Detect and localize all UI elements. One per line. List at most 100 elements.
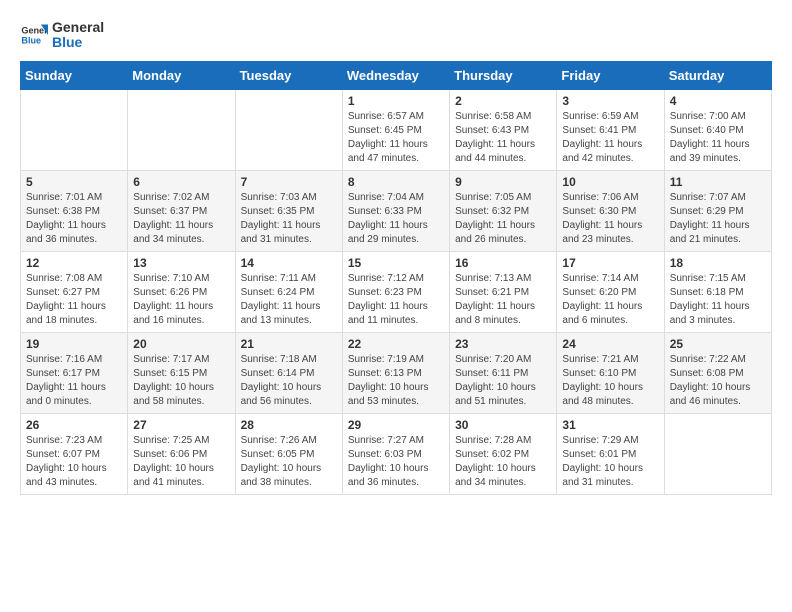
calendar-cell: 15 Sunrise: 7:12 AM Sunset: 6:23 PM Dayli…: [342, 251, 449, 332]
calendar-cell: 1 Sunrise: 6:57 AM Sunset: 6:45 PM Daylig…: [342, 89, 449, 170]
calendar-cell: 11 Sunrise: 7:07 AM Sunset: 6:29 PM Dayli…: [664, 170, 771, 251]
calendar-cell: 16 Sunrise: 7:13 AM Sunset: 6:21 PM Dayli…: [450, 251, 557, 332]
day-info: Sunrise: 7:14 AM Sunset: 6:20 PM Dayligh…: [562, 272, 658, 328]
weekday-header-friday: Friday: [557, 61, 664, 89]
day-info: Sunrise: 7:08 AM Sunset: 6:27 PM Dayligh…: [26, 272, 122, 328]
day-info: Sunrise: 7:15 AM Sunset: 6:18 PM Dayligh…: [670, 272, 766, 328]
weekday-header-thursday: Thursday: [450, 61, 557, 89]
day-info: Sunrise: 7:22 AM Sunset: 6:08 PM Dayligh…: [670, 353, 766, 409]
calendar-cell: 27 Sunrise: 7:25 AM Sunset: 6:06 PM Dayli…: [128, 413, 235, 494]
day-number: 26: [26, 418, 122, 432]
day-info: Sunrise: 7:29 AM Sunset: 6:01 PM Dayligh…: [562, 434, 658, 490]
day-info: Sunrise: 7:18 AM Sunset: 6:14 PM Dayligh…: [241, 353, 337, 409]
day-info: Sunrise: 7:27 AM Sunset: 6:03 PM Dayligh…: [348, 434, 444, 490]
calendar-cell: 30 Sunrise: 7:28 AM Sunset: 6:02 PM Dayli…: [450, 413, 557, 494]
day-number: 11: [670, 175, 766, 189]
week-row-1: 1 Sunrise: 6:57 AM Sunset: 6:45 PM Daylig…: [21, 89, 772, 170]
day-info: Sunrise: 7:06 AM Sunset: 6:30 PM Dayligh…: [562, 191, 658, 247]
week-row-2: 5Sunrise: 7:01 AM Sunset: 6:38 PM Daylig…: [21, 170, 772, 251]
weekday-header-wednesday: Wednesday: [342, 61, 449, 89]
calendar-cell: 31 Sunrise: 7:29 AM Sunset: 6:01 PM Dayli…: [557, 413, 664, 494]
calendar-cell: 14 Sunrise: 7:11 AM Sunset: 6:24 PM Dayli…: [235, 251, 342, 332]
calendar-cell: 28 Sunrise: 7:26 AM Sunset: 6:05 PM Dayli…: [235, 413, 342, 494]
logo: General Blue General Blue: [20, 20, 104, 51]
day-info: Sunrise: 7:12 AM Sunset: 6:23 PM Dayligh…: [348, 272, 444, 328]
day-info: Sunrise: 7:00 AM Sunset: 6:40 PM Dayligh…: [670, 110, 766, 166]
day-number: 30: [455, 418, 551, 432]
calendar-cell: 29 Sunrise: 7:27 AM Sunset: 6:03 PM Dayli…: [342, 413, 449, 494]
day-number: 4: [670, 94, 766, 108]
calendar-cell: 19 Sunrise: 7:16 AM Sunset: 6:17 PM Dayli…: [21, 332, 128, 413]
day-info: Sunrise: 7:28 AM Sunset: 6:02 PM Dayligh…: [455, 434, 551, 490]
calendar-cell: 5Sunrise: 7:01 AM Sunset: 6:38 PM Daylig…: [21, 170, 128, 251]
day-number: 3: [562, 94, 658, 108]
calendar-cell: [235, 89, 342, 170]
calendar-cell: 2Sunrise: 6:58 AM Sunset: 6:43 PM Daylig…: [450, 89, 557, 170]
calendar-cell: 18 Sunrise: 7:15 AM Sunset: 6:18 PM Dayli…: [664, 251, 771, 332]
day-info: Sunrise: 7:13 AM Sunset: 6:21 PM Dayligh…: [455, 272, 551, 328]
day-info: Sunrise: 7:23 AM Sunset: 6:07 PM Dayligh…: [26, 434, 122, 490]
day-number: 8: [348, 175, 444, 189]
day-number: 19: [26, 337, 122, 351]
calendar-cell: 23 Sunrise: 7:20 AM Sunset: 6:11 PM Dayli…: [450, 332, 557, 413]
day-number: 28: [241, 418, 337, 432]
day-info: Sunrise: 7:20 AM Sunset: 6:11 PM Dayligh…: [455, 353, 551, 409]
day-info: Sunrise: 7:25 AM Sunset: 6:06 PM Dayligh…: [133, 434, 229, 490]
weekday-header-tuesday: Tuesday: [235, 61, 342, 89]
day-info: Sunrise: 7:11 AM Sunset: 6:24 PM Dayligh…: [241, 272, 337, 328]
day-info: Sunrise: 7:19 AM Sunset: 6:13 PM Dayligh…: [348, 353, 444, 409]
day-number: 16: [455, 256, 551, 270]
day-number: 31: [562, 418, 658, 432]
logo-blue: Blue: [52, 35, 104, 50]
day-number: 1: [348, 94, 444, 108]
calendar-cell: 8 Sunrise: 7:04 AM Sunset: 6:33 PM Daylig…: [342, 170, 449, 251]
day-number: 14: [241, 256, 337, 270]
calendar-cell: 3 Sunrise: 6:59 AM Sunset: 6:41 PM Daylig…: [557, 89, 664, 170]
day-number: 6: [133, 175, 229, 189]
day-number: 23: [455, 337, 551, 351]
calendar-cell: 12Sunrise: 7:08 AM Sunset: 6:27 PM Dayli…: [21, 251, 128, 332]
page-header: General Blue General Blue: [20, 20, 772, 51]
day-number: 15: [348, 256, 444, 270]
day-info: Sunrise: 7:17 AM Sunset: 6:15 PM Dayligh…: [133, 353, 229, 409]
day-info: Sunrise: 6:58 AM Sunset: 6:43 PM Dayligh…: [455, 110, 551, 166]
day-info: Sunrise: 7:05 AM Sunset: 6:32 PM Dayligh…: [455, 191, 551, 247]
day-number: 22: [348, 337, 444, 351]
day-number: 24: [562, 337, 658, 351]
day-number: 25: [670, 337, 766, 351]
day-info: Sunrise: 7:26 AM Sunset: 6:05 PM Dayligh…: [241, 434, 337, 490]
day-number: 20: [133, 337, 229, 351]
day-number: 29: [348, 418, 444, 432]
calendar-cell: 22 Sunrise: 7:19 AM Sunset: 6:13 PM Dayli…: [342, 332, 449, 413]
calendar-cell: 9 Sunrise: 7:05 AM Sunset: 6:32 PM Daylig…: [450, 170, 557, 251]
calendar-cell: 7Sunrise: 7:03 AM Sunset: 6:35 PM Daylig…: [235, 170, 342, 251]
day-info: Sunrise: 7:04 AM Sunset: 6:33 PM Dayligh…: [348, 191, 444, 247]
calendar-cell: [21, 89, 128, 170]
day-info: Sunrise: 7:16 AM Sunset: 6:17 PM Dayligh…: [26, 353, 122, 409]
day-number: 13: [133, 256, 229, 270]
calendar-cell: 24Sunrise: 7:21 AM Sunset: 6:10 PM Dayli…: [557, 332, 664, 413]
weekday-header-row: SundayMondayTuesdayWednesdayThursdayFrid…: [21, 61, 772, 89]
calendar-table: SundayMondayTuesdayWednesdayThursdayFrid…: [20, 61, 772, 495]
day-info: Sunrise: 6:57 AM Sunset: 6:45 PM Dayligh…: [348, 110, 444, 166]
week-row-4: 19 Sunrise: 7:16 AM Sunset: 6:17 PM Dayli…: [21, 332, 772, 413]
calendar-cell: 26 Sunrise: 7:23 AM Sunset: 6:07 PM Dayli…: [21, 413, 128, 494]
calendar-cell: 4 Sunrise: 7:00 AM Sunset: 6:40 PM Daylig…: [664, 89, 771, 170]
day-info: Sunrise: 7:07 AM Sunset: 6:29 PM Dayligh…: [670, 191, 766, 247]
day-number: 18: [670, 256, 766, 270]
svg-text:Blue: Blue: [21, 36, 41, 46]
day-number: 9: [455, 175, 551, 189]
calendar-cell: 20 Sunrise: 7:17 AM Sunset: 6:15 PM Dayli…: [128, 332, 235, 413]
day-number: 17: [562, 256, 658, 270]
day-number: 27: [133, 418, 229, 432]
day-number: 5: [26, 175, 122, 189]
calendar-cell: 21Sunrise: 7:18 AM Sunset: 6:14 PM Dayli…: [235, 332, 342, 413]
calendar-cell: 25 Sunrise: 7:22 AM Sunset: 6:08 PM Dayli…: [664, 332, 771, 413]
week-row-3: 12Sunrise: 7:08 AM Sunset: 6:27 PM Dayli…: [21, 251, 772, 332]
calendar-cell: 10Sunrise: 7:06 AM Sunset: 6:30 PM Dayli…: [557, 170, 664, 251]
day-info: Sunrise: 7:02 AM Sunset: 6:37 PM Dayligh…: [133, 191, 229, 247]
day-info: Sunrise: 6:59 AM Sunset: 6:41 PM Dayligh…: [562, 110, 658, 166]
day-info: Sunrise: 7:10 AM Sunset: 6:26 PM Dayligh…: [133, 272, 229, 328]
calendar-cell: 6 Sunrise: 7:02 AM Sunset: 6:37 PM Daylig…: [128, 170, 235, 251]
logo-general: General: [52, 20, 104, 35]
